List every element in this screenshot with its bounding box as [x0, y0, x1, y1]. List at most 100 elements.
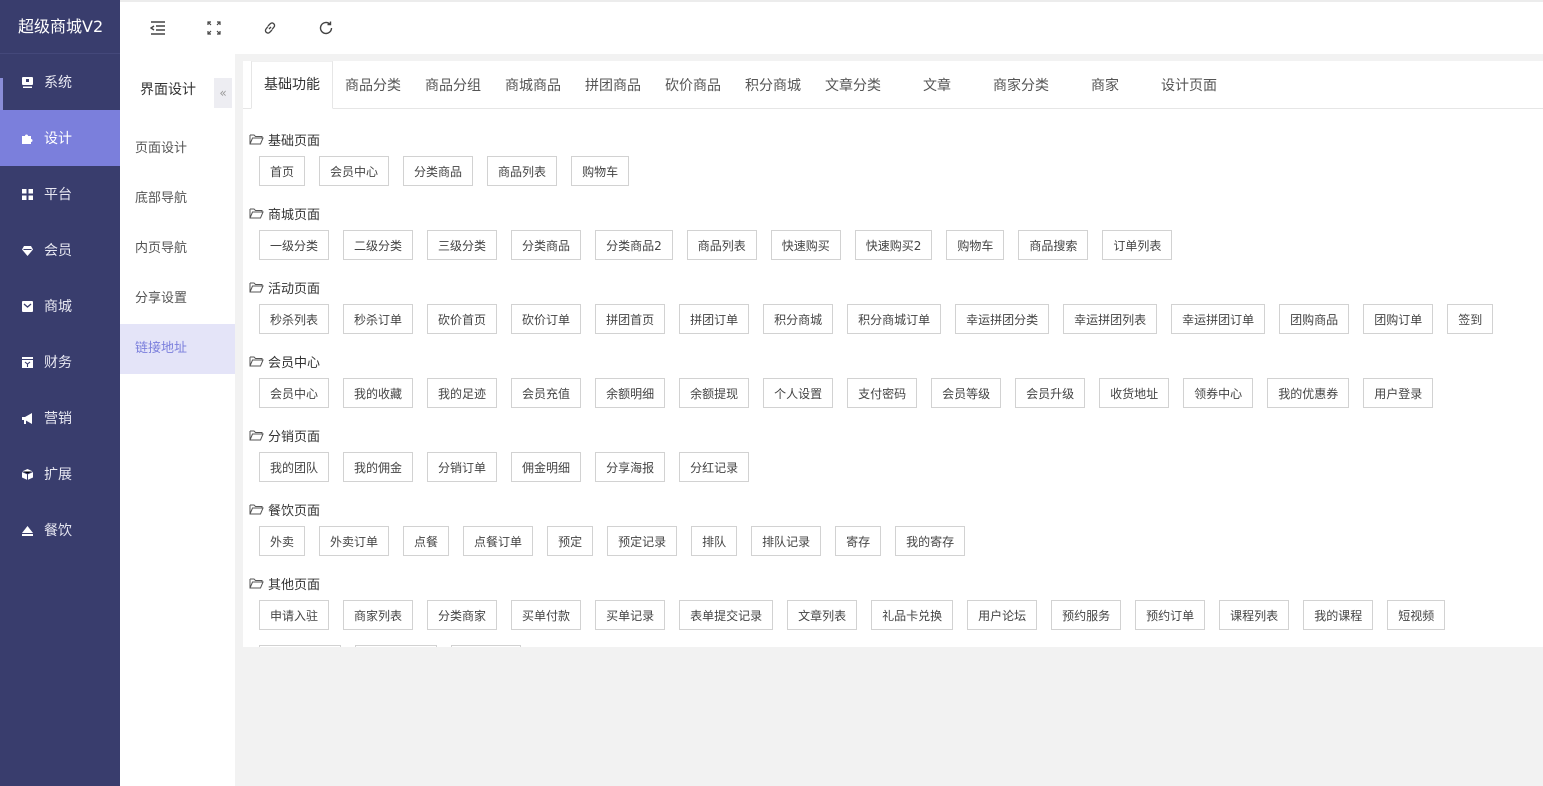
- link-button[interactable]: 会员中心: [259, 378, 330, 408]
- link-button[interactable]: 预定: [547, 526, 594, 556]
- link-button[interactable]: 会员等级: [931, 378, 1002, 408]
- link-button[interactable]: 砍价首页: [427, 304, 498, 334]
- link-button[interactable]: 领券中心: [1183, 378, 1254, 408]
- refresh-icon[interactable]: [316, 18, 336, 38]
- link-button[interactable]: 分销订单: [427, 452, 498, 482]
- tab-11[interactable]: 设计页面: [1149, 61, 1229, 108]
- link-button[interactable]: 预约订单: [1135, 600, 1206, 630]
- link-button[interactable]: 分类商品: [403, 156, 474, 186]
- sidebar-item-2[interactable]: 平台: [0, 166, 120, 222]
- tab-8[interactable]: 文章: [893, 61, 981, 108]
- link-button[interactable]: 我的课程: [1303, 600, 1374, 630]
- link-button[interactable]: 商品列表: [686, 230, 757, 260]
- sidebar-item-8[interactable]: 餐饮: [0, 502, 120, 558]
- link-button[interactable]: 团购订单: [1363, 304, 1434, 334]
- tab-9[interactable]: 商家分类: [981, 61, 1061, 108]
- link-button[interactable]: 点餐订单: [463, 526, 534, 556]
- indent-icon[interactable]: [148, 18, 168, 38]
- subnav-item[interactable]: 分享设置: [120, 274, 235, 324]
- link-button[interactable]: 外卖: [259, 526, 306, 556]
- link-button[interactable]: 订单列表: [1102, 230, 1173, 260]
- link-button[interactable]: 课程列表: [1219, 600, 1290, 630]
- link-button[interactable]: 在线咨询: [451, 645, 522, 647]
- sidebar-item-3[interactable]: 会员: [0, 222, 120, 278]
- link-button[interactable]: 秒杀列表: [259, 304, 330, 334]
- link-button[interactable]: 砍价订单: [511, 304, 582, 334]
- link-button[interactable]: 快速购买: [770, 230, 841, 260]
- link-button[interactable]: 秒杀订单: [343, 304, 414, 334]
- link-button[interactable]: 余额提现: [679, 378, 750, 408]
- link-button[interactable]: 幸运拼团分类: [955, 304, 1050, 334]
- link-button[interactable]: 会员充值: [511, 378, 582, 408]
- link-button[interactable]: 预约服务: [1051, 600, 1122, 630]
- sidebar-item-7[interactable]: 扩展: [0, 446, 120, 502]
- link-button[interactable]: 排队: [691, 526, 738, 556]
- link-button[interactable]: 快速购买2: [854, 230, 933, 260]
- link-button[interactable]: 排队记录: [751, 526, 822, 556]
- link-button[interactable]: 个人设置: [763, 378, 834, 408]
- tab-1[interactable]: 商品分类: [333, 61, 413, 108]
- link-button[interactable]: 首页: [259, 156, 306, 186]
- sidebar-item-0[interactable]: 系统: [0, 54, 120, 110]
- link-button[interactable]: 余额明细: [595, 378, 666, 408]
- link-button[interactable]: 分类商家: [427, 600, 498, 630]
- tab-6[interactable]: 积分商城: [733, 61, 813, 108]
- tab-2[interactable]: 商品分组: [413, 61, 493, 108]
- sidebar-item-5[interactable]: 财务: [0, 334, 120, 390]
- fullscreen-icon[interactable]: [204, 18, 224, 38]
- tab-4[interactable]: 拼团商品: [573, 61, 653, 108]
- tab-7[interactable]: 文章分类: [813, 61, 893, 108]
- link-button[interactable]: 拼团首页: [595, 304, 666, 334]
- link-button[interactable]: 手机端后台: [259, 645, 342, 647]
- subnav-item[interactable]: 内页导航: [120, 224, 235, 274]
- link-button[interactable]: 买单付款: [511, 600, 582, 630]
- link-button[interactable]: 申请入驻: [259, 600, 330, 630]
- link-button[interactable]: 分红记录: [679, 452, 750, 482]
- link-button[interactable]: 分类商品: [511, 230, 582, 260]
- link-button[interactable]: 一级分类: [259, 230, 330, 260]
- link-button[interactable]: 我的足迹: [427, 378, 498, 408]
- link-icon[interactable]: [260, 18, 280, 38]
- link-button[interactable]: 商品搜索: [1018, 230, 1089, 260]
- tab-10[interactable]: 商家: [1061, 61, 1149, 108]
- link-button[interactable]: 积分商城订单: [847, 304, 942, 334]
- link-button[interactable]: 我的优惠券: [1267, 378, 1350, 408]
- link-button[interactable]: 短视频: [1387, 600, 1446, 630]
- link-button[interactable]: 文章列表: [787, 600, 858, 630]
- link-button[interactable]: 幸运拼团列表: [1063, 304, 1158, 334]
- link-button[interactable]: 收货地址: [1099, 378, 1170, 408]
- link-button[interactable]: 二级分类: [343, 230, 414, 260]
- link-button[interactable]: 会员中心: [319, 156, 390, 186]
- link-button[interactable]: 购物车: [946, 230, 1005, 260]
- tab-5[interactable]: 砍价商品: [653, 61, 733, 108]
- subnav-item[interactable]: 链接地址: [120, 324, 235, 374]
- link-button[interactable]: 外卖订单: [319, 526, 390, 556]
- link-button[interactable]: 会员升级: [1015, 378, 1086, 408]
- link-button[interactable]: 我的寄存: [895, 526, 966, 556]
- link-button[interactable]: 我的团队: [259, 452, 330, 482]
- link-button[interactable]: 团购商品: [1279, 304, 1350, 334]
- link-button[interactable]: 拼团订单: [679, 304, 750, 334]
- link-button[interactable]: 商家列表: [343, 600, 414, 630]
- link-button[interactable]: 买单记录: [595, 600, 666, 630]
- link-button[interactable]: 寄存: [835, 526, 882, 556]
- sidebar-item-1[interactable]: 设计: [0, 110, 120, 166]
- link-button[interactable]: 购物车: [571, 156, 630, 186]
- link-button[interactable]: 我的收藏: [343, 378, 414, 408]
- link-button[interactable]: 预定记录: [607, 526, 678, 556]
- link-button[interactable]: 礼品卡兑换: [871, 600, 954, 630]
- tab-0[interactable]: 基础功能: [251, 61, 333, 109]
- link-button[interactable]: 商品列表: [487, 156, 558, 186]
- subnav-item[interactable]: 页面设计: [120, 124, 235, 174]
- link-button[interactable]: 用户登录: [1363, 378, 1434, 408]
- link-button[interactable]: 分享海报: [595, 452, 666, 482]
- link-button[interactable]: 表单提交记录: [679, 600, 774, 630]
- link-button[interactable]: 点餐: [403, 526, 450, 556]
- link-button[interactable]: 支付密码: [847, 378, 918, 408]
- link-button[interactable]: 配送员抢单: [355, 645, 438, 647]
- subnav-item[interactable]: 底部导航: [120, 174, 235, 224]
- link-button[interactable]: 签到: [1447, 304, 1494, 334]
- collapse-subnav-button[interactable]: «: [214, 78, 232, 108]
- link-button[interactable]: 幸运拼团订单: [1171, 304, 1266, 334]
- tab-3[interactable]: 商城商品: [493, 61, 573, 108]
